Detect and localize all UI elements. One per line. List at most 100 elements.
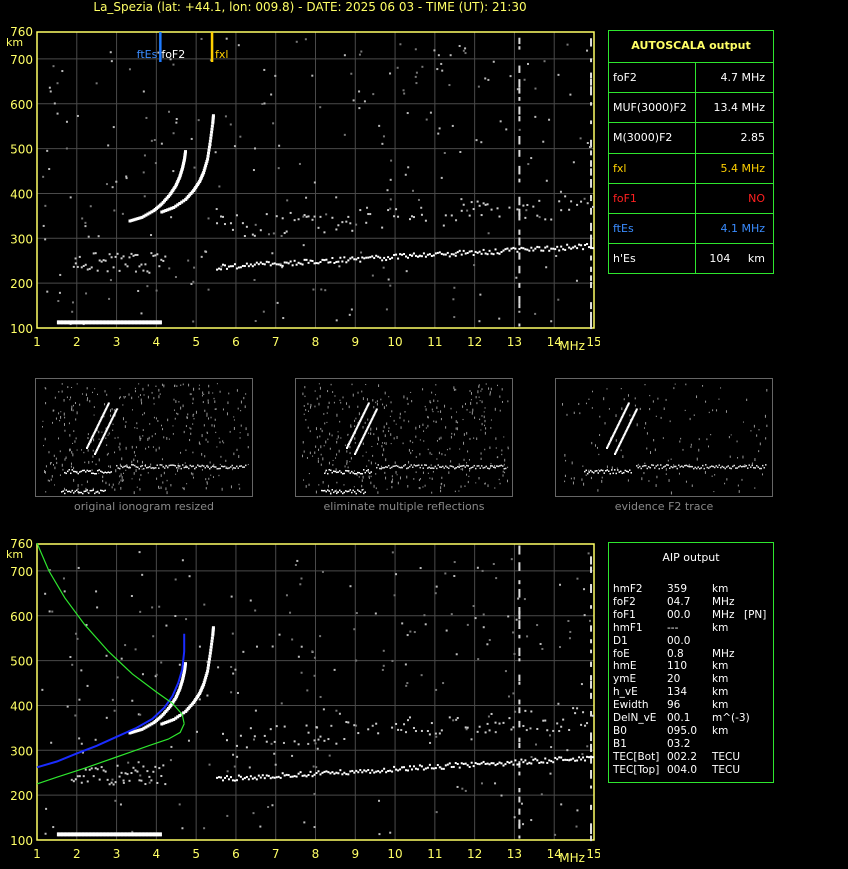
- thumb-point: [367, 470, 369, 474]
- thumb-point: [233, 416, 235, 418]
- thumb-point: [737, 484, 739, 487]
- f-trace-point: [546, 245, 549, 248]
- f-trace-point: [247, 778, 250, 781]
- es-multiple-point: [164, 255, 167, 258]
- es-multiple-point: [118, 775, 121, 778]
- es-multiple-point: [114, 781, 117, 784]
- x-tick-label: 13: [507, 335, 522, 349]
- thumb-trace: [237, 467, 239, 469]
- noise-point: [178, 663, 181, 666]
- thumb-point: [386, 422, 388, 425]
- thumb-trace: [404, 464, 406, 466]
- noise-point: [518, 310, 521, 313]
- noise-point: [114, 799, 117, 802]
- thumb-point: [483, 411, 485, 413]
- thumb-trace: [125, 465, 127, 467]
- f-trace-point: [426, 253, 429, 256]
- thumb-trace: [95, 472, 97, 475]
- noise-point: [500, 794, 503, 797]
- es-multiple-point: [156, 781, 159, 784]
- noise-point: [507, 615, 510, 618]
- thumb-point: [375, 401, 377, 404]
- x-tick-label: 15: [586, 847, 600, 861]
- thumb-point: [59, 450, 61, 453]
- thumb-point: [315, 445, 317, 448]
- thumb-trace: [360, 472, 362, 475]
- noise-point: [335, 319, 338, 322]
- thumb-point: [370, 481, 372, 485]
- f-trace-point: [540, 761, 543, 764]
- noise-point: [583, 197, 586, 200]
- f-trace-point: [462, 762, 465, 765]
- thumb-point: [154, 432, 156, 435]
- noise-point: [187, 739, 190, 742]
- noise-point: [63, 590, 66, 593]
- thumb-point: [395, 470, 397, 474]
- thumb-point: [370, 427, 372, 431]
- thumb-point: [157, 420, 159, 422]
- thumb-trace: [416, 464, 418, 467]
- f-trace-point: [548, 759, 551, 762]
- f2-extraordinary-point: [208, 139, 212, 143]
- noise-point: [254, 609, 257, 612]
- thumb-point: [325, 440, 327, 444]
- es-multiple-point: [136, 253, 139, 256]
- f-multiple-point: [552, 729, 555, 732]
- f-trace-point: [281, 264, 284, 267]
- es-multiple-point: [80, 266, 83, 269]
- x-tick-label: 2: [73, 335, 81, 349]
- f-trace-point: [420, 255, 423, 258]
- noise-point: [466, 209, 469, 212]
- thumb-trace: [325, 490, 327, 493]
- noise-point: [272, 232, 275, 235]
- noise-point: [355, 724, 358, 727]
- thumb-point: [451, 432, 453, 435]
- thumb-point: [481, 388, 483, 391]
- es-multiple-point: [142, 269, 145, 272]
- f-trace-point: [399, 768, 402, 771]
- f-trace-point: [289, 260, 292, 263]
- thumb-point: [202, 401, 204, 404]
- thumb-point: [134, 454, 136, 457]
- thumb-point: [724, 482, 726, 485]
- thumb-trace: [122, 466, 124, 469]
- thumb-eliminate: [295, 378, 513, 497]
- noise-point: [381, 668, 384, 671]
- noise-point: [197, 119, 200, 122]
- f-trace-point: [422, 252, 425, 255]
- noise-point: [355, 223, 358, 226]
- thumb-point: [479, 418, 481, 421]
- thumb-point: [366, 398, 368, 401]
- thumb-trace: [351, 491, 353, 494]
- thumb-point: [210, 416, 212, 419]
- f-multiple-point: [424, 219, 427, 222]
- noise-point: [378, 799, 381, 802]
- f-trace-point: [351, 256, 354, 259]
- f-multiple-point: [560, 209, 563, 212]
- thumb-point: [753, 424, 755, 428]
- noise-point: [111, 186, 114, 189]
- autoscala-label: h'Es: [613, 252, 636, 266]
- f-trace-point: [297, 261, 300, 264]
- f-trace-point: [588, 246, 591, 249]
- noise-point: [218, 185, 221, 188]
- noise-point: [443, 151, 446, 154]
- es-multiple-point: [126, 773, 129, 776]
- noise-point: [71, 301, 74, 304]
- aip-unit: TECU: [712, 763, 741, 776]
- f-trace-point: [526, 248, 529, 251]
- noise-point: [518, 607, 521, 615]
- thumb-point: [680, 437, 682, 440]
- thumb-point: [201, 434, 203, 438]
- thumb-point: [409, 439, 411, 443]
- thumb-point: [668, 479, 670, 482]
- thumb-point: [108, 432, 110, 435]
- noise-point: [374, 612, 377, 615]
- noise-point: [590, 556, 593, 565]
- es-multiple-point: [90, 767, 93, 770]
- thumb-point: [178, 401, 180, 403]
- noise-point: [152, 635, 155, 638]
- aip-name: B1: [613, 737, 627, 750]
- frequency-markers: ftEs foF2 fxl: [137, 32, 229, 62]
- thumb-point: [564, 453, 566, 457]
